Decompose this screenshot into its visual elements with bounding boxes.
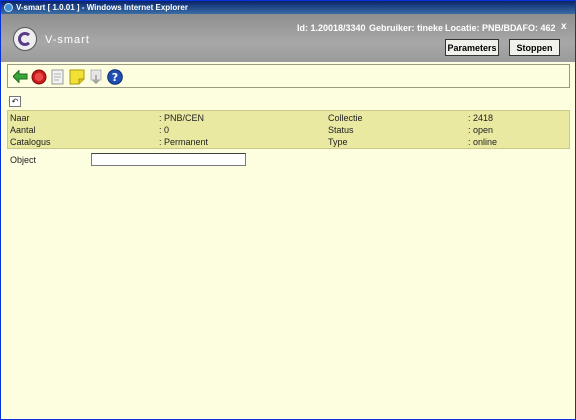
info-value: : Permanent [159,137,209,147]
info-value: : 2418 [468,113,494,123]
toolbar: ? [7,64,570,88]
internet-explorer-icon [4,3,13,12]
object-input[interactable] [91,153,246,166]
object-label: Object [10,155,37,165]
stop-circle-icon[interactable] [30,68,47,85]
help-icon[interactable]: ? [106,68,123,85]
document-icon[interactable] [49,68,66,85]
title-bar: V-smart [ 1.0.01 ] - Windows Internet Ex… [1,1,575,14]
info-label: Naar [10,113,30,123]
info-label: Collectie [328,113,363,123]
info-label: Catalogus [10,137,51,147]
user-name: Gebruiker: tineke [369,23,444,33]
info-label: Aantal [10,125,36,135]
info-value: : 0 [159,125,170,135]
stop-button[interactable]: Stoppen [509,39,560,56]
download-icon[interactable] [87,68,104,85]
info-row: Catalogus : Permanent Type : online [8,137,569,149]
info-value: : open [468,125,494,135]
info-row: Aantal : 0 Status : open [8,125,569,137]
back-arrow-icon[interactable] [12,68,29,85]
undo-button[interactable]: ↶ [9,96,21,107]
brand-name: V-smart [45,34,90,46]
session-id: Id: 1.20018/3340 [297,23,366,33]
info-label: Type [328,137,348,147]
info-panel: Naar : PNB/CEN Collectie : 2418 Aantal :… [7,110,570,149]
info-value: : PNB/CEN [159,113,205,123]
close-icon[interactable]: x [561,21,567,32]
info-row: Naar : PNB/CEN Collectie : 2418 [8,113,569,125]
location: Locatie: PNB/BD [445,23,517,33]
browser-window: V-smart [ 1.0.01 ] - Windows Internet Ex… [0,0,576,420]
svg-text:?: ? [111,71,117,84]
info-value: : online [468,137,498,147]
info-label: Status [328,125,354,135]
parameters-button[interactable]: Parameters [445,39,499,56]
app-header: V-smart Id: 1.20018/3340 Gebruiker: tine… [1,14,575,62]
afo-number: AFO: 462 [516,23,556,33]
window-title: V-smart [ 1.0.01 ] - Windows Internet Ex… [16,3,188,12]
note-icon[interactable] [68,68,85,85]
vsmart-logo-icon [13,27,37,51]
